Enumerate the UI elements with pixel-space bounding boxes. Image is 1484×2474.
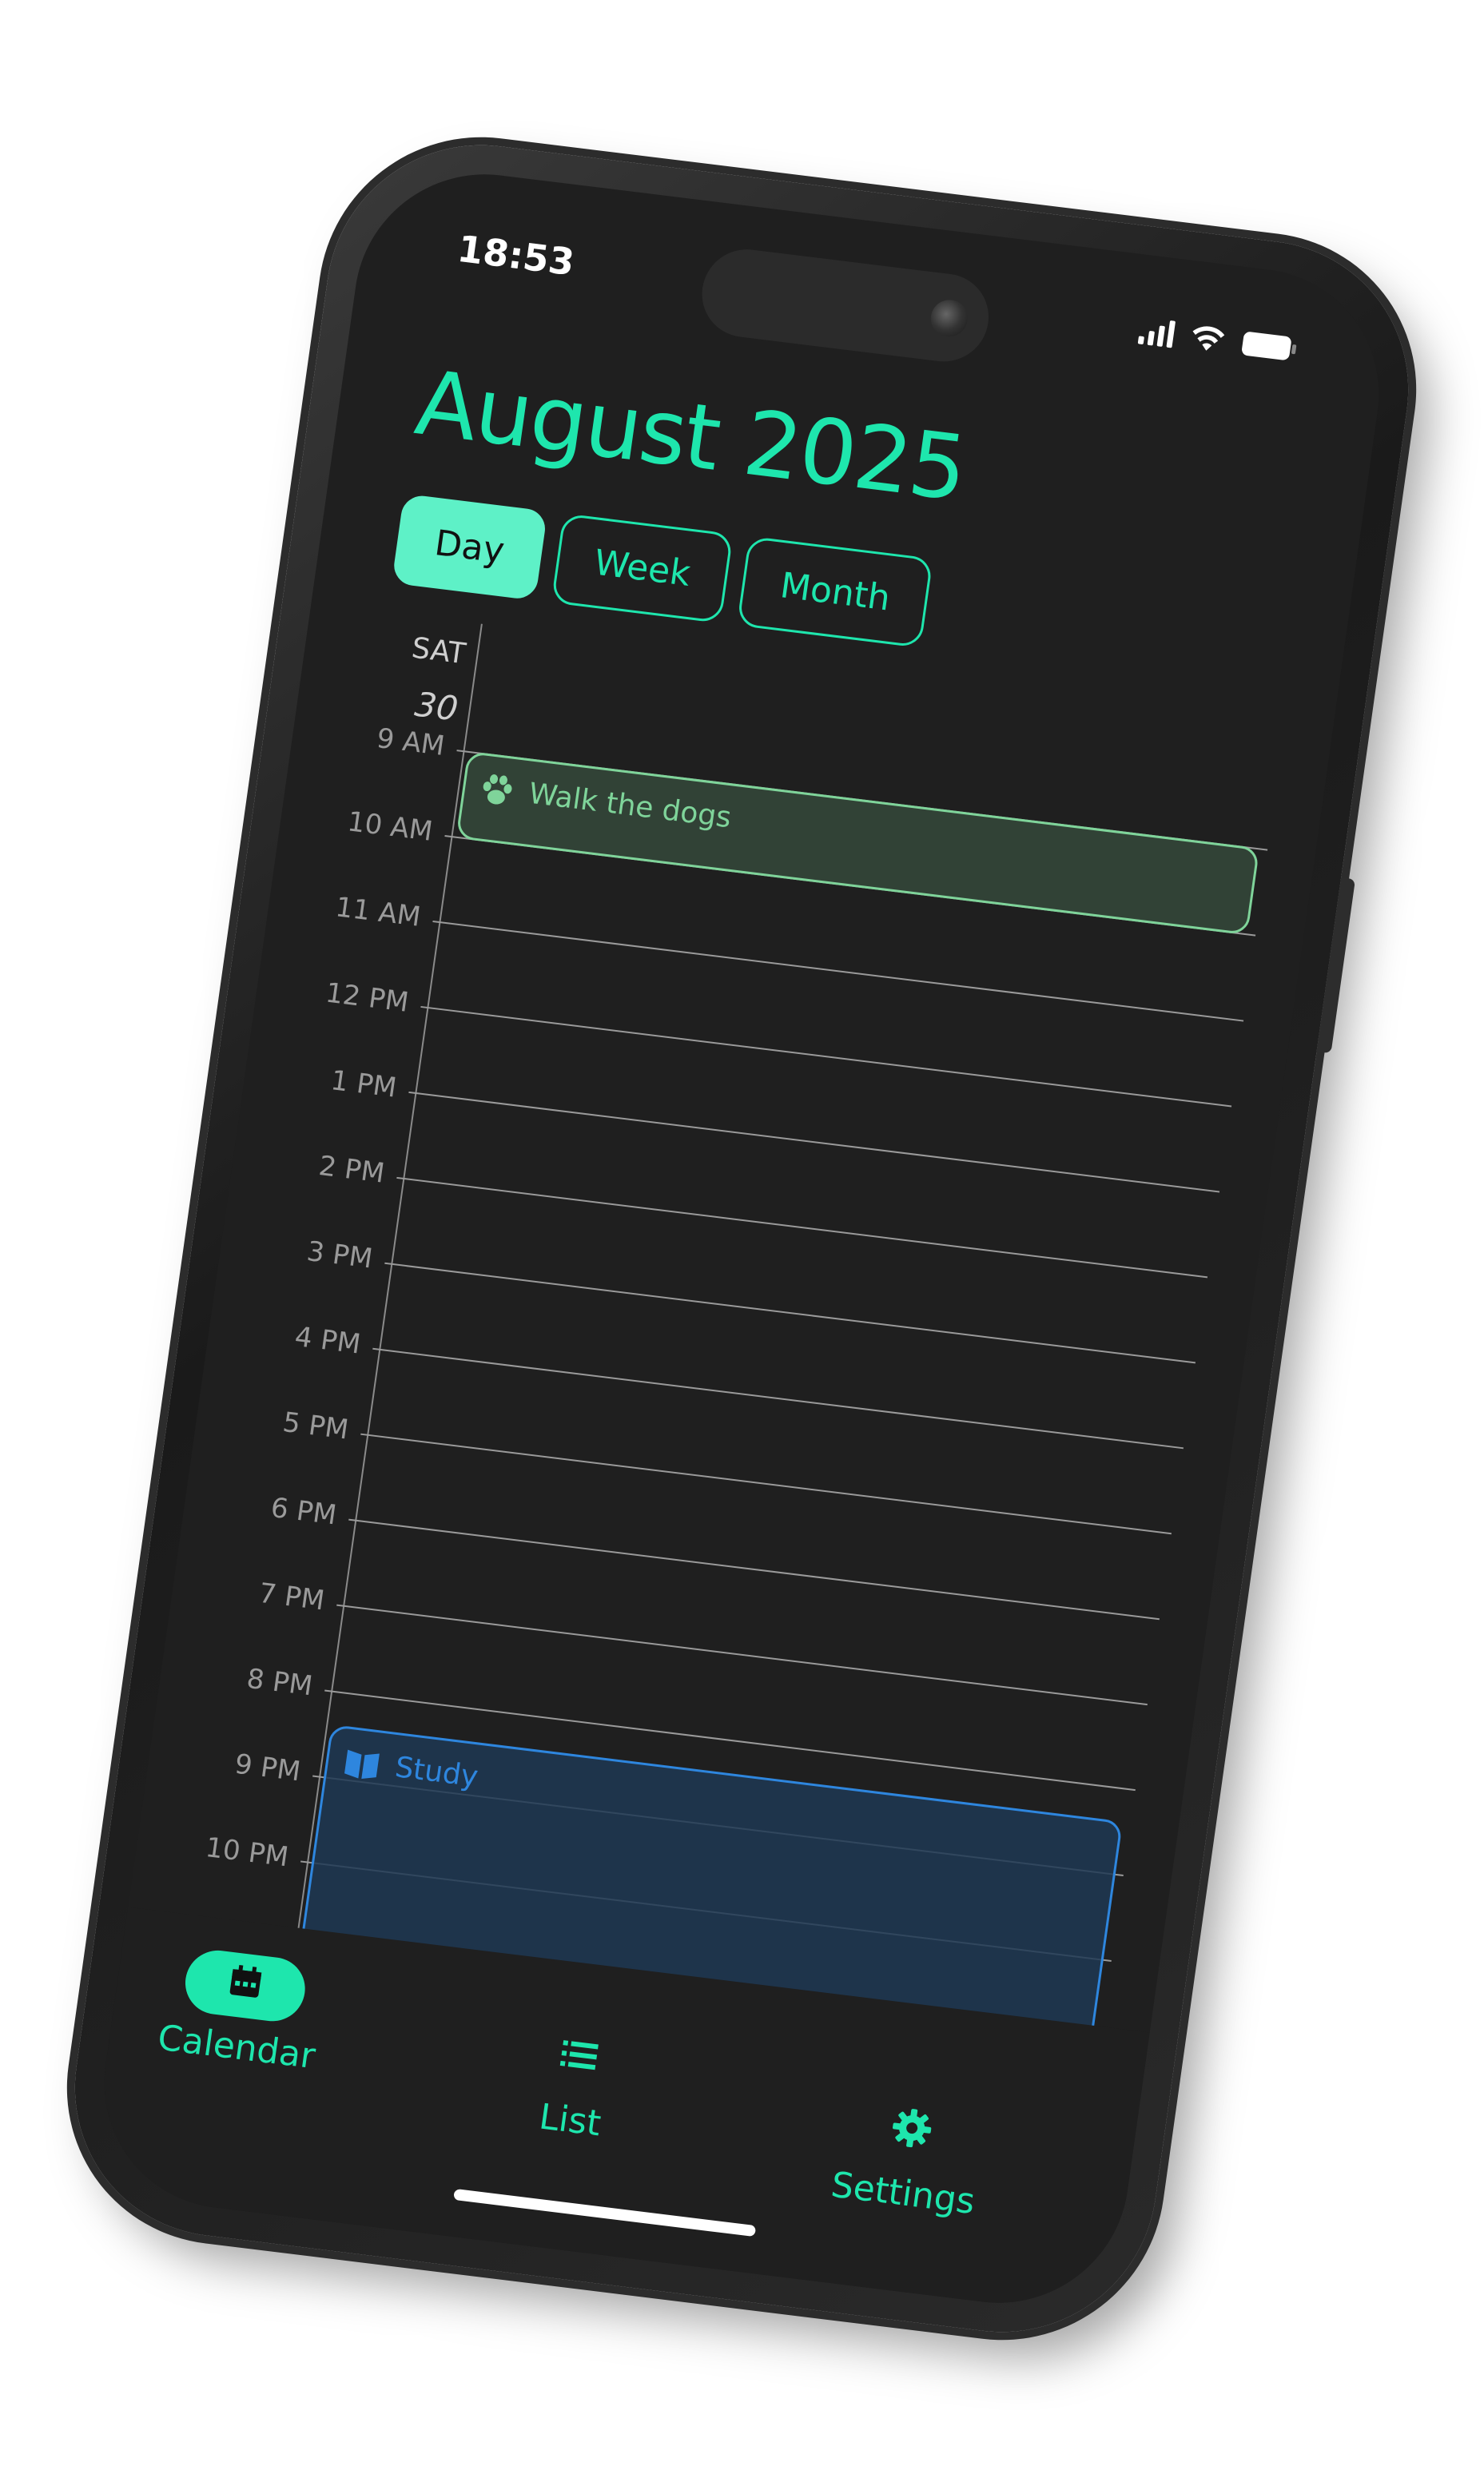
list-icon <box>557 2036 601 2081</box>
hour-label: 10 AM <box>345 805 435 848</box>
tab-list[interactable]: List <box>507 2020 643 2148</box>
hour-row: 2 PM <box>233 1150 1208 1279</box>
hour-label: 8 PM <box>245 1662 315 1703</box>
status-icons <box>1137 317 1299 364</box>
hour-line <box>336 1604 1148 1706</box>
calendar-pill <box>181 1947 309 2025</box>
hour-row: 5 PM <box>197 1406 1172 1535</box>
hour-row: 6 PM <box>185 1492 1160 1621</box>
event-title: Walk the dogs <box>527 777 734 835</box>
tab-list-label: List <box>536 2096 604 2145</box>
phone-screen: 18:53 August 2025 Day Week Month SAT 30 … <box>88 159 1395 2317</box>
tab-calendar-label: Calendar <box>155 2017 318 2078</box>
side-button <box>1316 877 1356 1054</box>
tab-calendar[interactable]: Calendar <box>155 1944 328 2077</box>
hour-line <box>372 1347 1184 1450</box>
tab-day[interactable]: Day <box>391 493 548 601</box>
book-icon <box>340 1744 384 1784</box>
hour-label: 4 PM <box>292 1320 363 1361</box>
list-pill <box>515 2020 643 2098</box>
camera-icon <box>928 297 970 339</box>
event-walk-the-dogs[interactable]: Walk the dogs <box>456 750 1260 936</box>
hour-line <box>396 1176 1208 1279</box>
hour-line <box>432 920 1244 1022</box>
wifi-icon <box>1189 323 1226 354</box>
calendar-icon <box>225 1962 265 2010</box>
hour-label: 2 PM <box>316 1150 387 1190</box>
hour-row: 4 PM <box>209 1321 1184 1450</box>
view-tabs: Day Week Month <box>391 493 934 648</box>
hour-row: 1 PM <box>245 1064 1220 1193</box>
paw-icon <box>477 771 517 810</box>
hour-label: 11 AM <box>333 891 423 933</box>
status-time: 18:53 <box>455 226 578 284</box>
hour-row: 3 PM <box>221 1235 1196 1364</box>
hour-row: 11 AM <box>269 891 1244 1022</box>
tab-settings[interactable]: Settings <box>829 2091 988 2222</box>
hour-label: 12 PM <box>324 976 411 1019</box>
hour-label: 10 PM <box>203 1832 291 1874</box>
hour-line <box>348 1518 1160 1621</box>
day-header: SAT 30 <box>352 626 468 729</box>
hour-line <box>384 1262 1196 1364</box>
tab-settings-label: Settings <box>828 2164 978 2223</box>
page-title: August 2025 <box>409 351 973 522</box>
event-title: Study <box>392 1751 480 1794</box>
hour-label: 5 PM <box>280 1406 351 1446</box>
hour-line <box>420 1005 1232 1108</box>
home-indicator[interactable] <box>453 2188 757 2237</box>
stage: 18:53 August 2025 Day Week Month SAT 30 … <box>0 0 1484 2474</box>
gear-icon <box>888 2105 936 2160</box>
hour-label: 7 PM <box>257 1577 327 1617</box>
phone-device: 18:53 August 2025 Day Week Month SAT 30 … <box>55 127 1428 2350</box>
tab-month[interactable]: Month <box>737 535 934 648</box>
battery-icon <box>1240 329 1299 363</box>
hour-label: 1 PM <box>328 1064 399 1104</box>
dynamic-island <box>696 244 995 367</box>
day-name: SAT <box>409 631 468 671</box>
hour-line <box>360 1433 1172 1535</box>
hour-row: 7 PM <box>173 1577 1148 1706</box>
hour-label: 9 PM <box>233 1748 303 1788</box>
signal-icon <box>1137 317 1176 348</box>
hour-line <box>408 1091 1220 1193</box>
hour-label: 3 PM <box>304 1235 375 1275</box>
hour-row: 12 PM <box>257 977 1232 1108</box>
settings-pill <box>848 2093 976 2171</box>
tab-week[interactable]: Week <box>551 513 734 624</box>
hour-label: 6 PM <box>269 1491 339 1532</box>
